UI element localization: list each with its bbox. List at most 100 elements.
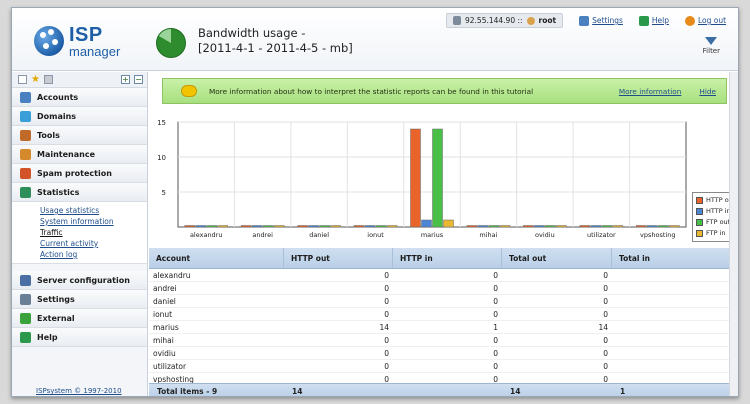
- isp-manager-logo[interactable]: ISP manager: [34, 24, 134, 64]
- table-cell: alexandru: [153, 270, 191, 280]
- bar-ftp-out-utilizator: [601, 225, 613, 228]
- submenu-item-traffic[interactable]: Traffic: [40, 227, 147, 238]
- y-tick-label: 10: [157, 154, 166, 162]
- sidebar-item-maintenance[interactable]: Maintenance: [12, 145, 147, 164]
- table-cell: 0: [493, 335, 498, 345]
- maintenance-icon: [20, 148, 31, 160]
- table-row[interactable]: ionut0000: [149, 308, 738, 321]
- table-cell: marius: [153, 322, 179, 332]
- help-link[interactable]: Help: [638, 15, 670, 26]
- page-title-line1: Bandwidth usage -: [198, 26, 306, 40]
- table-cell: 0: [493, 283, 498, 293]
- bar-http-out-ovidiu: [523, 225, 534, 228]
- sidebar-item-accounts[interactable]: Accounts: [12, 88, 147, 107]
- settings-icon: [20, 293, 31, 305]
- logout-link[interactable]: Log out: [685, 15, 726, 26]
- sidebar-item-label: Tools: [37, 130, 60, 140]
- table-cell: 0: [603, 283, 608, 293]
- table-cell: 0: [612, 282, 738, 294]
- sidebar-menu-bottom: Server configuration Settings External Help: [12, 271, 147, 347]
- more-information-link[interactable]: More information: [619, 87, 682, 96]
- statistics-icon: [20, 186, 31, 198]
- table-cell: 1: [612, 321, 738, 333]
- x-tick-label: marius: [421, 231, 444, 239]
- sidebar-item-label: Help: [37, 332, 58, 342]
- settings-link[interactable]: Settings: [579, 15, 623, 26]
- column-header-total-out[interactable]: Total out: [502, 248, 612, 268]
- bar-ftp-out-vpshosting: [658, 225, 669, 228]
- table-cell: 0: [384, 361, 389, 371]
- copyright-link[interactable]: ISPsystem © 1997-2010: [36, 387, 122, 395]
- expand-all-icon[interactable]: +: [121, 75, 130, 84]
- total-cell: 14: [292, 386, 303, 396]
- table-row[interactable]: marius 14 1 14 1: [149, 321, 738, 334]
- column-header-http-out[interactable]: HTTP out: [284, 248, 393, 268]
- bar-http-in-mihai: [477, 225, 489, 228]
- table-cell: 0: [384, 270, 389, 280]
- sidebar-item-label: External: [37, 313, 75, 323]
- page-title: Bandwidth usage - [2011-4-1 - 2011-4-5 -…: [198, 26, 353, 56]
- bar-ftp-in-daniel: [330, 225, 341, 228]
- column-header-account[interactable]: Account: [149, 248, 284, 268]
- notice-text: More information about how to interpret …: [209, 86, 534, 96]
- filter-button[interactable]: Filter: [703, 37, 720, 55]
- bar-ftp-out-ovidiu: [545, 225, 556, 228]
- table-cell: 0: [603, 335, 608, 345]
- sidebar-item-statistics[interactable]: Statistics: [12, 183, 147, 202]
- bar-ftp-in-marius: [443, 219, 454, 228]
- bar-http-out-vpshosting: [636, 225, 647, 228]
- domains-icon: [20, 110, 31, 122]
- bar-http-out-marius: [410, 128, 421, 228]
- logo-text-manager: manager: [69, 44, 121, 59]
- bar-ftp-in-alexandru: [217, 225, 228, 228]
- main-content: More information about how to interpret …: [149, 72, 738, 396]
- lock-icon[interactable]: [44, 75, 53, 84]
- legend-label: FTP out: [706, 218, 731, 226]
- sidebar-menu-top: Accounts Domains Tools Maintenance Spam prot…: [12, 88, 147, 202]
- x-tick-label: daniel: [309, 231, 329, 239]
- top-bar: 92.55.144.90 :: root Settings Help Log o…: [446, 12, 738, 29]
- sidebar-item-server-configuration[interactable]: Server configuration: [12, 271, 147, 290]
- column-header-http-in[interactable]: HTTP in: [393, 248, 502, 268]
- sidebar-item-help[interactable]: Help: [12, 328, 147, 347]
- sidebar-item-domains[interactable]: Domains: [12, 107, 147, 126]
- menu-view-icon[interactable]: [18, 75, 27, 84]
- traffic-table: Account HTTP out HTTP in Total out Total in …: [149, 248, 738, 386]
- column-header-total-in[interactable]: Total in: [612, 248, 738, 268]
- bar-http-in-andrei: [251, 225, 263, 228]
- legend-swatch: [696, 230, 703, 237]
- help-link-label: Help: [651, 16, 670, 25]
- submenu-item-system-information[interactable]: System information: [40, 216, 147, 227]
- sidebar-item-external[interactable]: External: [12, 309, 147, 328]
- table-body: alexandru0000andrei0000daniel0000ionut00…: [149, 269, 738, 386]
- bar-ftp-out-alexandru: [206, 225, 217, 228]
- bar-ftp-out-andrei: [262, 225, 274, 228]
- submenu-item-action-log[interactable]: Action log: [40, 249, 147, 260]
- table-row[interactable]: utilizator0000: [149, 360, 738, 373]
- hide-link[interactable]: Hide: [699, 87, 716, 96]
- tutorial-notice: More information about how to interpret …: [162, 78, 727, 104]
- table-row[interactable]: alexandru0000: [149, 269, 738, 282]
- x-tick-label: mihai: [479, 231, 497, 239]
- submenu-item-usage-statistics[interactable]: Usage statistics: [40, 205, 147, 216]
- bar-http-out-mihai: [466, 225, 478, 228]
- table-cell: daniel: [153, 296, 176, 306]
- favorites-star-icon[interactable]: ★: [31, 75, 40, 85]
- header: ISP manager Bandwidth usage - [2011-4-1 …: [12, 8, 738, 71]
- sidebar-item-label: Settings: [37, 294, 75, 304]
- submenu-item-current-activity[interactable]: Current activity: [40, 238, 147, 249]
- sidebar-item-spam-protection[interactable]: Spam protection: [12, 164, 147, 183]
- table-row[interactable]: ovidiu0000: [149, 347, 738, 360]
- table-cell: 0: [612, 295, 738, 307]
- speech-bubble-icon: [181, 85, 197, 97]
- table-row[interactable]: andrei0000: [149, 282, 738, 295]
- sidebar-item-settings[interactable]: Settings: [12, 290, 147, 309]
- table-row[interactable]: daniel0000: [149, 295, 738, 308]
- table-row[interactable]: mihai0000: [149, 334, 738, 347]
- sidebar-item-label: Spam protection: [37, 168, 112, 178]
- table-cell: mihai: [153, 335, 174, 345]
- collapse-all-icon[interactable]: −: [134, 75, 143, 84]
- sidebar-item-tools[interactable]: Tools: [12, 126, 147, 145]
- vertical-scrollbar[interactable]: [729, 72, 738, 396]
- bar-ftp-out-mihai: [488, 225, 500, 228]
